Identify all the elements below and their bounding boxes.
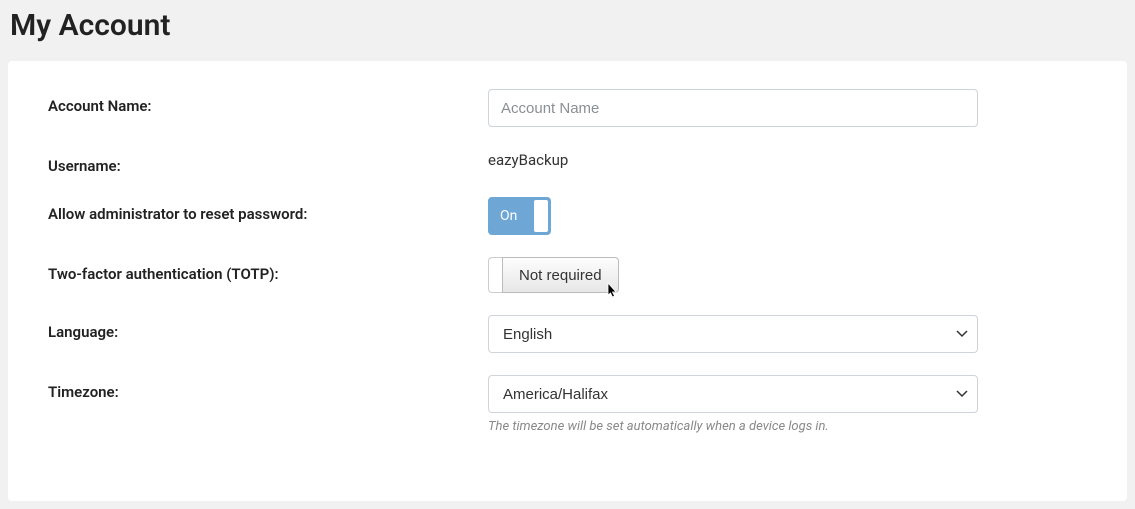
toggle-label: On — [489, 208, 517, 224]
timezone-select[interactable]: America/Halifax — [488, 375, 978, 413]
page-title: My Account — [0, 0, 1135, 61]
account-name-input[interactable] — [488, 89, 978, 127]
label-totp: Two-factor authentication (TOTP): — [48, 257, 488, 283]
label-timezone: Timezone: — [48, 375, 488, 401]
totp-button[interactable]: Not required — [502, 257, 619, 293]
label-account-name: Account Name: — [48, 89, 488, 115]
label-username: Username: — [48, 149, 488, 175]
totp-left-segment — [488, 257, 502, 293]
row-allow-reset: Allow administrator to reset password: O… — [48, 197, 1087, 235]
row-totp: Two-factor authentication (TOTP): Not re… — [48, 257, 1087, 293]
label-language: Language: — [48, 315, 488, 341]
language-select[interactable]: English — [488, 315, 978, 353]
timezone-helper: The timezone will be set automatically w… — [488, 419, 978, 434]
label-allow-reset: Allow administrator to reset password: — [48, 197, 488, 223]
row-language: Language: English — [48, 315, 1087, 353]
allow-reset-toggle[interactable]: On — [488, 197, 551, 235]
row-timezone: Timezone: America/Halifax The timezone w… — [48, 375, 1087, 434]
toggle-handle — [534, 200, 548, 232]
row-username: Username: eazyBackup — [48, 149, 1087, 175]
username-value: eazyBackup — [488, 149, 978, 169]
row-account-name: Account Name: — [48, 89, 1087, 127]
account-panel: Account Name: Username: eazyBackup Allow… — [8, 61, 1127, 501]
